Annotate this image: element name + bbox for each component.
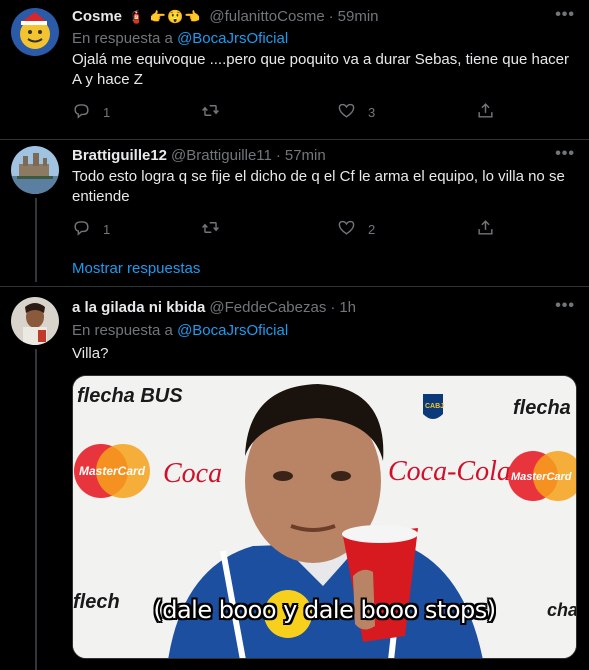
- retweet-button[interactable]: [201, 217, 220, 241]
- heart-icon: [337, 218, 356, 240]
- separator-dot: ·: [330, 299, 336, 316]
- sponsor-logo-flecha: flecha BUS: [77, 385, 183, 407]
- reply-prefix: En respuesta a: [72, 30, 173, 47]
- share-icon: [476, 101, 495, 123]
- user-handle[interactable]: @FeddeCabezas: [209, 298, 326, 318]
- display-name[interactable]: Cosme: [72, 7, 122, 27]
- thread-continuation-dots: [34, 259, 38, 281]
- coca-cola-logo-center: Coca-Cola: [388, 456, 511, 487]
- avatar[interactable]: [11, 297, 59, 345]
- tweet-media-image[interactable]: flecha BUS MasterCard Coca Coca-Cola fle…: [72, 375, 577, 659]
- reply-context: En respuesta a @BocaJrsOficial: [72, 29, 288, 49]
- reply-count: 1: [103, 221, 111, 237]
- like-count: 2: [368, 221, 376, 237]
- share-button[interactable]: [476, 100, 495, 124]
- retweet-icon: [201, 218, 220, 240]
- reply-prefix: En respuesta a: [72, 322, 173, 339]
- like-button[interactable]: 3: [337, 100, 375, 124]
- svg-text:CABJ: CABJ: [425, 403, 444, 410]
- avatar[interactable]: [11, 8, 59, 56]
- display-name[interactable]: Brattiguille12: [72, 146, 167, 166]
- reply-context: En respuesta a @BocaJrsOficial: [72, 321, 288, 341]
- tweet-header: Cosme 🧯 👉😲👈 @fulanittoCosme · 59min: [72, 7, 379, 27]
- reply-to-link[interactable]: @BocaJrsOficial: [177, 322, 288, 339]
- timestamp[interactable]: 1h: [339, 298, 356, 318]
- thread-line: [35, 349, 37, 670]
- retweet-icon: [201, 101, 220, 123]
- tweet-header: Brattiguille12 @Brattiguille11 · 57min: [72, 146, 326, 166]
- share-icon: [476, 218, 495, 240]
- svg-text:flecha BUS: flecha BUS: [513, 397, 577, 419]
- retweet-button[interactable]: [201, 100, 220, 124]
- tweet-text: Villa?: [72, 345, 109, 362]
- name-emoji: 🧯 👉😲👈: [128, 9, 202, 24]
- timestamp[interactable]: 57min: [285, 146, 326, 166]
- meme-caption: (dale booo y dale booo stops): [153, 596, 496, 624]
- action-bar: 1 3: [68, 100, 508, 124]
- more-options-button[interactable]: •••: [555, 6, 575, 24]
- more-options-button[interactable]: •••: [555, 297, 575, 315]
- user-handle[interactable]: @fulanittoCosme: [209, 7, 324, 27]
- tweet-1[interactable]: Cosme 🧯 👉😲👈 @fulanittoCosme · 59min ••• …: [0, 0, 589, 140]
- tweet-text: Ojalá me equivoque ....pero que poquito …: [72, 51, 569, 88]
- show-replies-link[interactable]: Mostrar respuestas: [72, 259, 200, 279]
- reply-icon: [72, 101, 91, 123]
- like-button[interactable]: 2: [337, 217, 375, 241]
- separator-dot: ·: [275, 147, 281, 164]
- reply-button[interactable]: 1: [72, 100, 110, 124]
- user-handle[interactable]: @Brattiguille11: [171, 146, 272, 166]
- reply-button[interactable]: 1: [72, 217, 110, 241]
- reply-icon: [72, 218, 91, 240]
- avatar[interactable]: [11, 146, 59, 194]
- action-bar: 1 2: [68, 217, 508, 241]
- tweet-text: Todo esto logra q se fije el dicho de q …: [72, 168, 565, 205]
- reply-to-link[interactable]: @BocaJrsOficial: [177, 30, 288, 47]
- svg-text:MasterCard: MasterCard: [511, 471, 572, 483]
- like-count: 3: [368, 104, 376, 120]
- share-button[interactable]: [476, 217, 495, 241]
- separator-dot: ·: [328, 8, 334, 25]
- svg-text:MasterCard: MasterCard: [79, 464, 146, 478]
- timestamp[interactable]: 59min: [338, 7, 379, 27]
- display-name[interactable]: a la gilada ni kbida: [72, 298, 205, 318]
- heart-icon: [337, 101, 356, 123]
- tweet-header: a la gilada ni kbida @FeddeCabezas · 1h: [72, 298, 356, 318]
- more-options-button[interactable]: •••: [555, 145, 575, 163]
- coca-cola-logo-left: Coca: [163, 458, 222, 489]
- reply-count: 1: [103, 104, 111, 120]
